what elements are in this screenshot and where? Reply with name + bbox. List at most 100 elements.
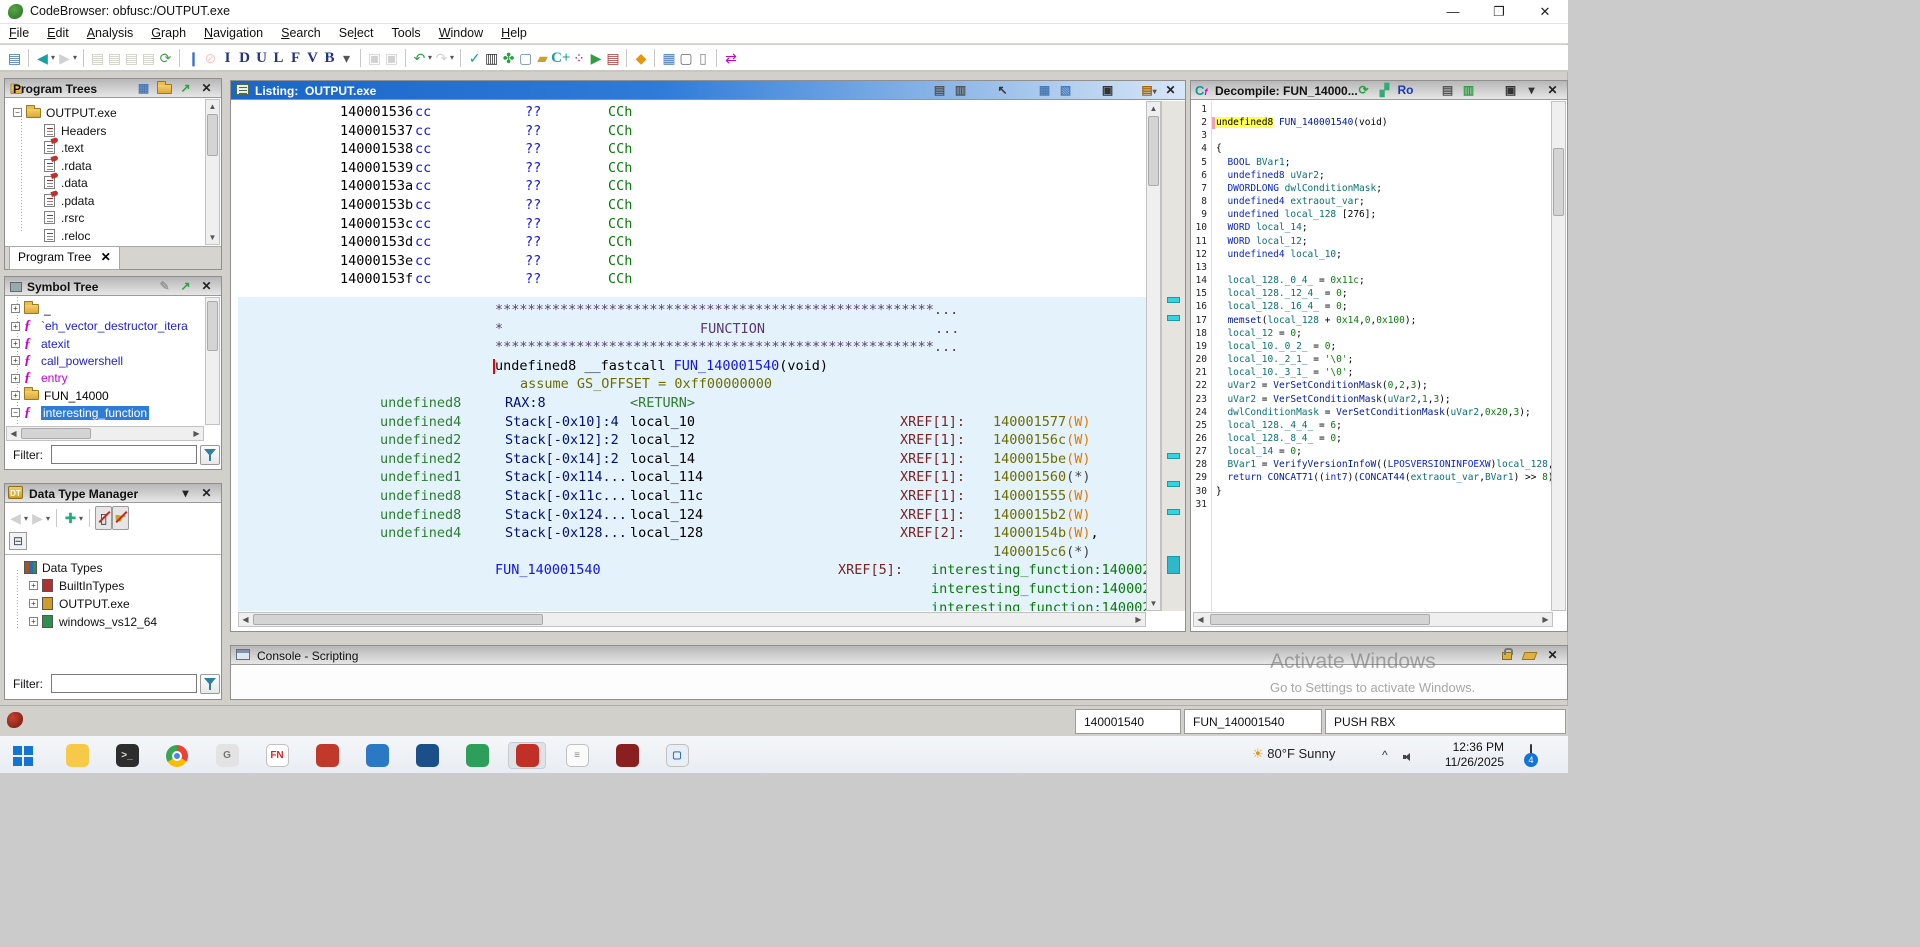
- tree-row-atexit[interactable]: +ƒatexit: [11, 336, 70, 353]
- tree-label[interactable]: OUTPUT.exe: [46, 106, 117, 120]
- speaker-icon[interactable]: [1403, 749, 1415, 767]
- cursor-location-icon[interactable]: ↖: [994, 83, 1011, 98]
- memory-snapshot2-icon[interactable]: ▣: [383, 47, 400, 69]
- dropdown-icon[interactable]: ▾: [79, 514, 83, 523]
- tree-label[interactable]: .text: [61, 141, 84, 155]
- menu-edit[interactable]: Edit: [38, 24, 78, 42]
- navigation-mark[interactable]: [1167, 509, 1180, 515]
- memory-map-icon[interactable]: ▦: [660, 47, 677, 69]
- book-icon[interactable]: ▤: [604, 47, 621, 69]
- expander-icon[interactable]: +: [29, 617, 38, 626]
- close-icon[interactable]: ✕: [101, 250, 111, 264]
- diamond-icon[interactable]: ◆: [632, 47, 649, 69]
- listing-line[interactable]: 14000153ccc??CCh: [238, 216, 1146, 234]
- byte-b-icon[interactable]: B: [321, 47, 338, 69]
- menu-navigation[interactable]: Navigation: [195, 24, 272, 42]
- vm-display-icon[interactable]: ▢: [658, 742, 696, 769]
- terminal-icon[interactable]: >_: [108, 742, 146, 769]
- expander-icon[interactable]: +: [11, 374, 20, 383]
- tree-row-output-exe[interactable]: +OUTPUT.exe: [29, 596, 130, 613]
- tree-label[interactable]: _: [44, 302, 51, 316]
- instruction-i-icon[interactable]: I: [219, 47, 236, 69]
- menu-analysis[interactable]: Analysis: [78, 24, 143, 42]
- decompile-line[interactable]: local_10._3_1_ = '\0';: [1216, 367, 1551, 380]
- data-graph-icon[interactable]: ⁘: [570, 47, 587, 69]
- listing-line[interactable]: 140001537cc??CCh: [238, 123, 1146, 141]
- navigation-mark[interactable]: [1167, 315, 1180, 321]
- decompile-line[interactable]: uVar2 = VerSetConditionMask(0,2,3);: [1216, 380, 1551, 393]
- tree-row-call-powershell[interactable]: +ƒcall_powershell: [11, 353, 123, 370]
- tree-row-fun-14000[interactable]: +FUN_14000: [11, 388, 109, 405]
- page-icon[interactable]: ▯: [694, 47, 711, 69]
- tab-program-tree[interactable]: Program Tree ✕: [9, 247, 120, 270]
- tree-row--reloc[interactable]: .reloc: [31, 228, 90, 245]
- tree-row-data-types[interactable]: Data Types: [11, 560, 102, 577]
- decompile-line[interactable]: BVar1 = VerifyVersionInfoW((LPOSVERSIONI…: [1216, 459, 1551, 472]
- fn-app-icon[interactable]: FN: [258, 742, 296, 769]
- tree-label[interactable]: .rsrc: [61, 211, 84, 225]
- validate-icon[interactable]: ✓: [466, 47, 483, 69]
- filter-pointers-icon[interactable]: ☛: [112, 506, 129, 530]
- tree-row--rsrc[interactable]: .rsrc: [31, 210, 84, 227]
- decompile-line[interactable]: return CONCAT71((int7)(CONCAT44(extraout…: [1216, 472, 1551, 485]
- forward-icon[interactable]: ▶: [56, 47, 73, 69]
- tree-label[interactable]: OUTPUT.exe: [59, 597, 130, 611]
- function-f-icon[interactable]: F: [287, 47, 304, 69]
- menu-search[interactable]: Search: [272, 24, 330, 42]
- tree-label[interactable]: atexit: [41, 337, 70, 351]
- clear-console-icon[interactable]: [1521, 648, 1538, 663]
- decompile-line[interactable]: [1216, 499, 1551, 512]
- tree-row--data[interactable]: .data: [31, 175, 88, 192]
- copy-icon[interactable]: ▤: [1439, 83, 1456, 98]
- close-icon[interactable]: ✕: [1162, 83, 1179, 98]
- expand-icon[interactable]: ↗: [177, 279, 194, 294]
- decompile-line[interactable]: [1216, 262, 1551, 275]
- listing-line[interactable]: undefined2Stack[-0x12]:2local_12XREF[1]:…: [238, 432, 1146, 450]
- tree-label[interactable]: windows_vs12_64: [59, 615, 157, 629]
- tree-label[interactable]: `eh_vector_destructor_itera: [41, 319, 188, 333]
- listing-line[interactable]: assume GS_OFFSET = 0xff00000000: [238, 376, 1146, 394]
- notepad-icon[interactable]: ≡: [558, 742, 596, 769]
- expander-icon[interactable]: +: [11, 304, 20, 313]
- symbol-tree-scrollbar[interactable]: [205, 297, 220, 425]
- decompile-line[interactable]: local_12 = 0;: [1216, 328, 1551, 341]
- listing-navigation-margin[interactable]: [1161, 101, 1185, 611]
- expander-icon[interactable]: +: [11, 322, 20, 331]
- ghidra-dragon-icon[interactable]: [508, 742, 546, 769]
- redo-icon[interactable]: ↷: [433, 47, 450, 69]
- add-type-icon[interactable]: ✚: [62, 507, 79, 529]
- expand-icon[interactable]: ↗: [177, 81, 194, 96]
- listing-line[interactable]: undefined4Stack[-0x10]:4local_10XREF[1]:…: [238, 414, 1146, 432]
- margin-options-icon[interactable]: ▤▾: [1141, 83, 1158, 99]
- rename-ro-icon[interactable]: Ro: [1397, 83, 1414, 98]
- weather-widget[interactable]: ☀ 80°F Sunny: [1252, 746, 1335, 762]
- tree-label[interactable]: interesting_function: [41, 406, 149, 420]
- tree-label[interactable]: entry: [41, 371, 68, 385]
- listing-line[interactable]: 1400015c6(*): [238, 544, 1146, 562]
- tree-row--text[interactable]: .text: [31, 140, 84, 157]
- dropdown-icon[interactable]: ▾: [450, 53, 454, 62]
- decompile-line[interactable]: undefined4 local_10;: [1216, 249, 1551, 262]
- dropdown-icon[interactable]: ▾: [1523, 83, 1540, 98]
- graph-icon[interactable]: ▞: [1376, 83, 1393, 98]
- red-app-icon[interactable]: [308, 742, 346, 769]
- diff-view-icon[interactable]: ▧: [1057, 83, 1074, 98]
- decompile-line[interactable]: memset(local_128 + 0x14,0,0x100);: [1216, 315, 1551, 328]
- decompile-line[interactable]: local_10._2_1_ = '\0';: [1216, 354, 1551, 367]
- menu-window[interactable]: Window: [430, 24, 492, 42]
- tree-label[interactable]: .rdata: [61, 159, 92, 173]
- tree-label[interactable]: .data: [61, 176, 88, 190]
- listing-line[interactable]: undefined8Stack[-0x11c...local_11cXREF[1…: [238, 488, 1146, 506]
- decompile-line[interactable]: uVar2 = VerSetConditionMask(uVar2,1,3);: [1216, 394, 1551, 407]
- decompile-line[interactable]: dwlConditionMask = VerSetConditionMask(u…: [1216, 407, 1551, 420]
- copy-program-icon[interactable]: ▤: [89, 47, 106, 69]
- expander-icon[interactable]: +: [29, 581, 38, 590]
- dropdown-icon[interactable]: ▾: [177, 486, 194, 501]
- forward-icon[interactable]: ▶: [29, 507, 46, 529]
- listing-line[interactable]: ****************************************…: [238, 302, 1146, 320]
- edit-icon[interactable]: ✎: [156, 279, 173, 294]
- decompile-line[interactable]: local_128._8_4_ = 0;: [1216, 433, 1551, 446]
- decompile-line[interactable]: local_10._0_2_ = 0;: [1216, 341, 1551, 354]
- darkred-app-icon[interactable]: [608, 742, 646, 769]
- chrome-icon[interactable]: [158, 742, 196, 769]
